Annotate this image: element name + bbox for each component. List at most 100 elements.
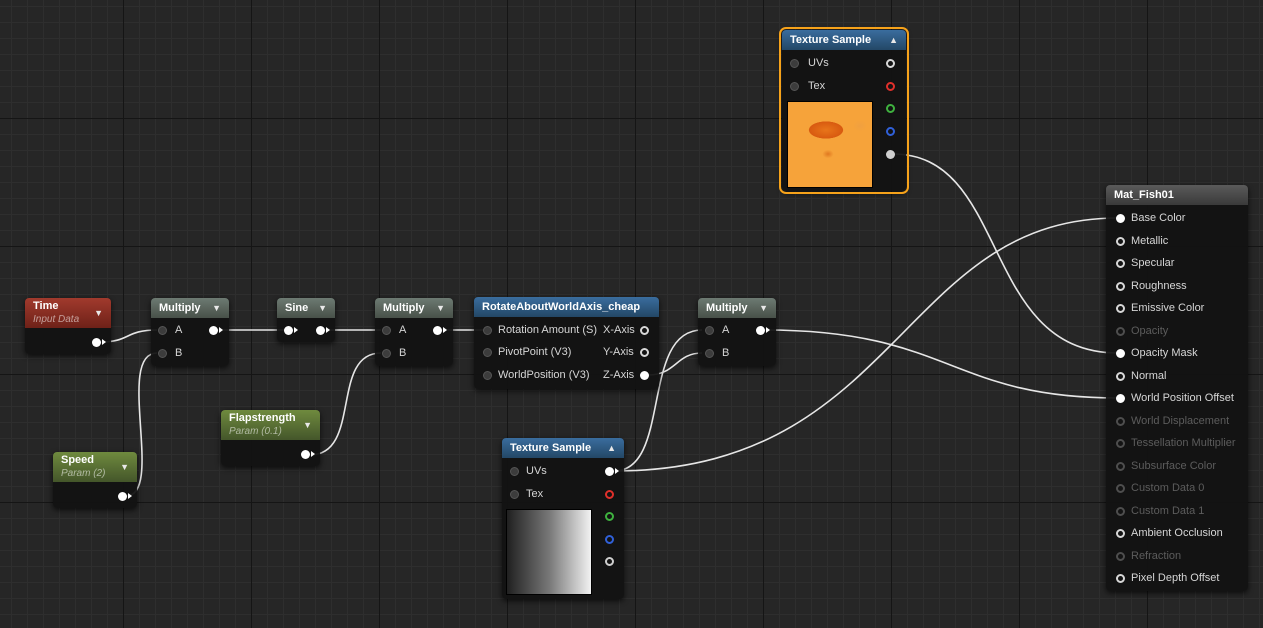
time-node[interactable]: Time Input Data ▼ xyxy=(25,298,111,354)
output-label: Y-Axis xyxy=(603,346,634,358)
roughness-pin[interactable]: Roughness xyxy=(1116,280,1187,292)
red-output-pin[interactable] xyxy=(886,82,895,91)
pin-label: Emissive Color xyxy=(1131,302,1205,314)
node-title: Multiply xyxy=(159,302,201,314)
flapstrength-node[interactable]: Flapstrength Param (0.1) ▼ xyxy=(221,410,320,466)
speed-output-pin[interactable] xyxy=(118,492,127,501)
ambient-occlusion-pin[interactable]: Ambient Occlusion xyxy=(1116,527,1223,539)
uvs-input-pin[interactable] xyxy=(510,467,519,476)
opacity-mask-pin[interactable]: Opacity Mask xyxy=(1116,347,1198,359)
flapstrength-output-pin[interactable] xyxy=(301,450,310,459)
metallic-pin[interactable]: Metallic xyxy=(1116,235,1168,247)
caret-down-icon[interactable]: ▼ xyxy=(318,303,327,313)
texture-sample-bottom-node[interactable]: Texture Sample ▲ UVs Tex xyxy=(502,438,624,599)
world-position-offset-pin[interactable]: World Position Offset xyxy=(1116,392,1234,404)
arrow-icon xyxy=(443,327,447,333)
caret-down-icon[interactable]: ▼ xyxy=(120,462,129,472)
rgb-output-pin[interactable] xyxy=(605,467,614,476)
rotation-amount-input-pin[interactable] xyxy=(483,326,492,335)
uvs-input-pin[interactable] xyxy=(790,59,799,68)
time-output-pin[interactable] xyxy=(92,338,101,347)
multiply2-input-b-pin[interactable] xyxy=(382,349,391,358)
y-axis-output-pin[interactable] xyxy=(640,348,649,357)
sine-output-pin[interactable] xyxy=(316,326,325,335)
rotate-node-header[interactable]: RotateAboutWorldAxis_cheap xyxy=(474,297,659,317)
flapstrength-node-header[interactable]: Flapstrength Param (0.1) ▼ xyxy=(221,410,320,440)
multiply2-node-header[interactable]: Multiply ▼ xyxy=(375,298,453,318)
tex-input-pin[interactable] xyxy=(790,82,799,91)
x-axis-output-pin[interactable] xyxy=(640,326,649,335)
pin-icon xyxy=(1116,303,1125,313)
base-color-pin[interactable]: Base Color xyxy=(1116,212,1185,224)
world-position-input-pin[interactable] xyxy=(483,371,492,380)
caret-up-icon[interactable]: ▲ xyxy=(889,35,898,45)
multiply1-input-b-pin[interactable] xyxy=(158,349,167,358)
pin-label: Normal xyxy=(1131,370,1167,382)
pin-label: Specular xyxy=(1131,257,1175,269)
texture-top-header[interactable]: Texture Sample ▲ xyxy=(782,30,906,50)
sine-node-header[interactable]: Sine ▼ xyxy=(277,298,335,318)
blue-output-pin[interactable] xyxy=(886,127,895,136)
caret-down-icon[interactable]: ▼ xyxy=(303,420,312,430)
opacity-pin[interactable]: Opacity xyxy=(1116,325,1168,337)
node-subtitle: Input Data xyxy=(33,314,80,325)
custom-data-0-pin[interactable]: Custom Data 0 xyxy=(1116,482,1204,494)
blue-output-pin[interactable] xyxy=(605,535,614,544)
wire-texbottom-to-basecolor xyxy=(613,217,1119,472)
caret-down-icon[interactable]: ▼ xyxy=(94,308,103,318)
wire-textop-to-opacitymask xyxy=(892,153,1119,354)
pixel-depth-offset-pin[interactable]: Pixel Depth Offset xyxy=(1116,572,1219,584)
pin-label: Refraction xyxy=(1131,550,1182,562)
multiply1-input-a-pin[interactable] xyxy=(158,326,167,335)
time-node-header[interactable]: Time Input Data ▼ xyxy=(25,298,111,328)
node-subtitle: Param (2) xyxy=(61,468,106,479)
caret-up-icon[interactable]: ▲ xyxy=(607,443,616,453)
world-displacement-pin[interactable]: World Displacement xyxy=(1116,415,1229,427)
normal-pin[interactable]: Normal xyxy=(1116,370,1166,382)
rotate-about-world-axis-node[interactable]: RotateAboutWorldAxis_cheap Rotation Amou… xyxy=(474,297,659,389)
material-node-header[interactable]: Mat_Fish01 xyxy=(1106,185,1248,205)
material-result-node[interactable]: Mat_Fish01 Base Color Metallic Specular … xyxy=(1106,185,1248,591)
multiply3-node-header[interactable]: Multiply ▼ xyxy=(698,298,776,318)
pin-icon xyxy=(1116,393,1125,403)
tex-input-pin[interactable] xyxy=(510,490,519,499)
emissive-color-pin[interactable]: Emissive Color xyxy=(1116,302,1204,314)
pivot-point-input-pin[interactable] xyxy=(483,348,492,357)
multiply3-output-pin[interactable] xyxy=(756,326,765,335)
caret-down-icon[interactable]: ▼ xyxy=(759,303,768,313)
custom-data-1-pin[interactable]: Custom Data 1 xyxy=(1116,505,1204,517)
caret-down-icon[interactable]: ▼ xyxy=(212,303,221,313)
refraction-pin[interactable]: Refraction xyxy=(1116,550,1181,562)
alpha-output-pin[interactable] xyxy=(605,557,614,566)
rgb-output-pin[interactable] xyxy=(886,59,895,68)
multiply1-output-pin[interactable] xyxy=(209,326,218,335)
caret-down-icon[interactable]: ▼ xyxy=(436,303,445,313)
z-axis-output-pin[interactable] xyxy=(640,371,649,380)
tessellation-multiplier-pin[interactable]: Tessellation Multiplier xyxy=(1116,437,1236,449)
multiply3-input-b-pin[interactable] xyxy=(705,349,714,358)
green-output-pin[interactable] xyxy=(605,512,614,521)
multiply3-node[interactable]: Multiply ▼ A B xyxy=(698,298,776,366)
specular-pin[interactable]: Specular xyxy=(1116,257,1174,269)
speed-node[interactable]: Speed Param (2) ▼ xyxy=(53,452,137,508)
multiply1-node-header[interactable]: Multiply ▼ xyxy=(151,298,229,318)
gradient-texture-preview xyxy=(506,509,592,595)
pin-label-b: B xyxy=(175,347,183,359)
sine-input-pin[interactable] xyxy=(284,326,293,335)
multiply3-input-a-pin[interactable] xyxy=(705,326,714,335)
sine-node[interactable]: Sine ▼ xyxy=(277,298,335,342)
pin-label: Tessellation Multiplier xyxy=(1131,437,1236,449)
pin-label: Custom Data 0 xyxy=(1131,482,1205,494)
texture-bottom-header[interactable]: Texture Sample ▲ xyxy=(502,438,624,458)
multiply2-node[interactable]: Multiply ▼ A B xyxy=(375,298,453,366)
multiply2-output-pin[interactable] xyxy=(433,326,442,335)
multiply2-input-a-pin[interactable] xyxy=(382,326,391,335)
subsurface-color-pin[interactable]: Subsurface Color xyxy=(1116,460,1216,472)
texture-sample-top-node[interactable]: Texture Sample ▲ UVs Tex xyxy=(779,27,909,194)
alpha-output-pin[interactable] xyxy=(886,150,895,159)
multiply1-node[interactable]: Multiply ▼ A B xyxy=(151,298,229,366)
green-output-pin[interactable] xyxy=(886,104,895,113)
speed-node-header[interactable]: Speed Param (2) ▼ xyxy=(53,452,137,482)
red-output-pin[interactable] xyxy=(605,490,614,499)
pin-label-b: B xyxy=(399,347,407,359)
